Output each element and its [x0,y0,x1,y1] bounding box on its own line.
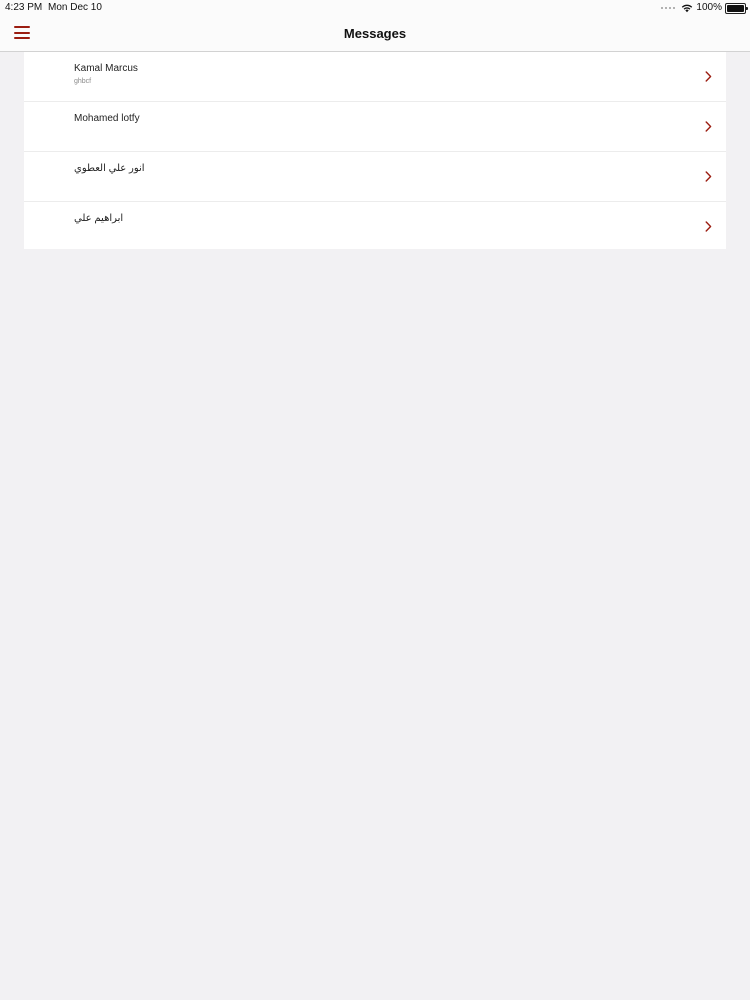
contact-name: Mohamed lotfy [74,113,140,124]
status-time: 4:23 PM [5,2,43,13]
chevron-right-icon [705,171,712,182]
contact-name: ابراهيم علي [74,213,124,224]
message-preview: ghbcf [74,78,92,85]
page-title: Messages [343,26,407,41]
list-item[interactable]: انور علي العطوي [24,152,726,202]
contact-name: انور علي العطوي [74,163,145,174]
list-item[interactable]: ابراهيم علي [24,202,726,249]
cellular-signal-icon [661,7,676,9]
chevron-right-icon [705,221,712,232]
navigation-bar: Messages [0,16,750,52]
battery-percentage: 100% [696,2,722,13]
chevron-right-icon [705,71,712,82]
list-item[interactable]: Mohamed lotfy [24,102,726,152]
message-list: Kamal Marcus ghbcf Mohamed lotfy انور عل… [24,52,726,249]
chevron-right-icon [705,121,712,132]
status-indicators: 100% [661,0,748,16]
status-bar: 4:23 PM Mon Dec 10 100% [0,0,750,16]
contact-name: Kamal Marcus [74,63,138,74]
battery-icon [725,2,748,14]
status-date: Mon Dec 10 [48,2,102,13]
list-item[interactable]: Kamal Marcus ghbcf [24,52,726,102]
wifi-icon [682,4,693,13]
